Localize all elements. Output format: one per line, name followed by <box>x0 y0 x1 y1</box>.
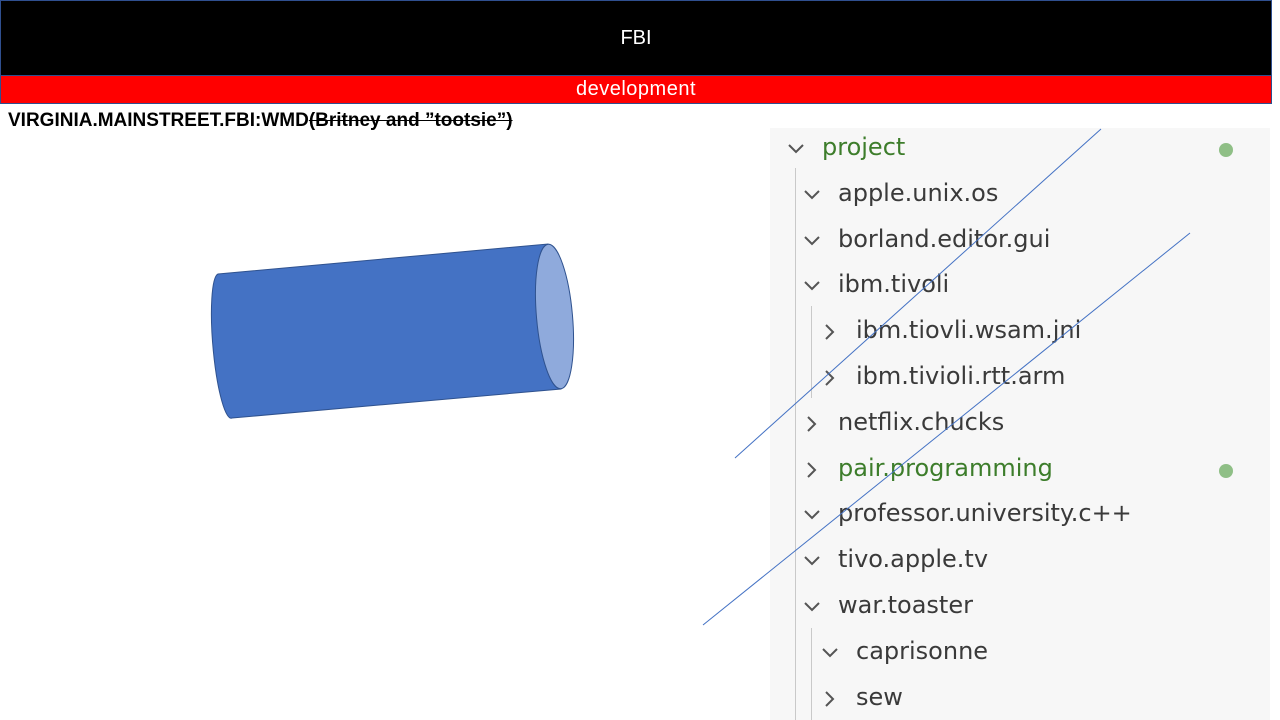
chevron-down-icon[interactable] <box>802 185 822 205</box>
tree-item-label: pair.programming <box>838 453 1053 482</box>
chevron-down-icon[interactable] <box>820 643 840 663</box>
tree-item-label: apple.unix.os <box>838 178 999 207</box>
cylinder-shape <box>210 243 575 419</box>
tree-item-ibm-tivoli[interactable]: ibm.tivoli <box>770 266 1270 306</box>
chevron-right-icon[interactable] <box>820 689 840 709</box>
tree-item-war-toaster[interactable]: war.toaster <box>770 587 1270 627</box>
chevron-down-icon[interactable] <box>802 597 822 617</box>
chevron-right-icon[interactable] <box>802 414 822 434</box>
tree-item-professor-university-c-[interactable]: professor.university.c++ <box>770 495 1270 535</box>
modified-indicator-dot <box>1219 463 1233 478</box>
tree-item-label: ibm.tivoli <box>838 270 950 299</box>
chevron-down-icon[interactable] <box>786 139 806 159</box>
tree-item-ibm-tiovli-wsam-jni[interactable]: ibm.tiovli.wsam.jni <box>770 312 1270 352</box>
tree-item-label: ibm.tiovli.wsam.jni <box>856 316 1082 345</box>
tree-item-ibm-tivioli-rtt-arm[interactable]: ibm.tivioli.rtt.arm <box>770 358 1270 398</box>
tree-item-label: war.toaster <box>838 591 973 619</box>
chevron-right-icon[interactable] <box>820 322 840 342</box>
tree-item-tivo-apple-tv[interactable]: tivo.apple.tv <box>770 541 1270 581</box>
chevron-down-icon[interactable] <box>802 231 822 251</box>
tree-item-borland-editor-gui[interactable]: borland.editor.gui <box>770 221 1270 261</box>
modified-indicator-dot <box>1219 143 1233 157</box>
tree-item-project[interactable]: project <box>770 129 1270 169</box>
chevron-right-icon[interactable] <box>820 368 840 388</box>
tree-item-label: caprisonne <box>856 636 989 665</box>
file-tree-panel[interactable]: project apple.unix.os borland.editor.gui ib… <box>770 128 1270 720</box>
tree-item-label: borland.editor.gui <box>838 224 1051 253</box>
tree-item-caprisonne[interactable]: caprisonne <box>770 633 1270 673</box>
tree-item-netflix-chucks[interactable]: netflix.chucks <box>770 404 1270 444</box>
tree-item-sew[interactable]: sew <box>770 679 1270 719</box>
app-title: FBI <box>620 26 652 49</box>
tree-item-label: ibm.tivioli.rtt.arm <box>856 362 1066 390</box>
tree-item-label: netflix.chucks <box>838 407 1005 436</box>
chevron-down-icon[interactable] <box>802 505 822 525</box>
chevron-down-icon[interactable] <box>802 551 822 571</box>
tree-item-pair-programming[interactable]: pair.programming <box>770 450 1270 490</box>
tree-item-label: tivo.apple.tv <box>838 545 989 574</box>
tree-item-label: professor.university.c++ <box>838 499 1132 528</box>
tree-item-apple-unix-os[interactable]: apple.unix.os <box>770 175 1270 215</box>
chevron-right-icon[interactable] <box>802 460 822 480</box>
cylinder-body <box>210 243 562 419</box>
tree-item-label: sew <box>856 682 903 711</box>
tree-item-label: project <box>822 133 906 161</box>
chevron-down-icon[interactable] <box>802 276 822 296</box>
